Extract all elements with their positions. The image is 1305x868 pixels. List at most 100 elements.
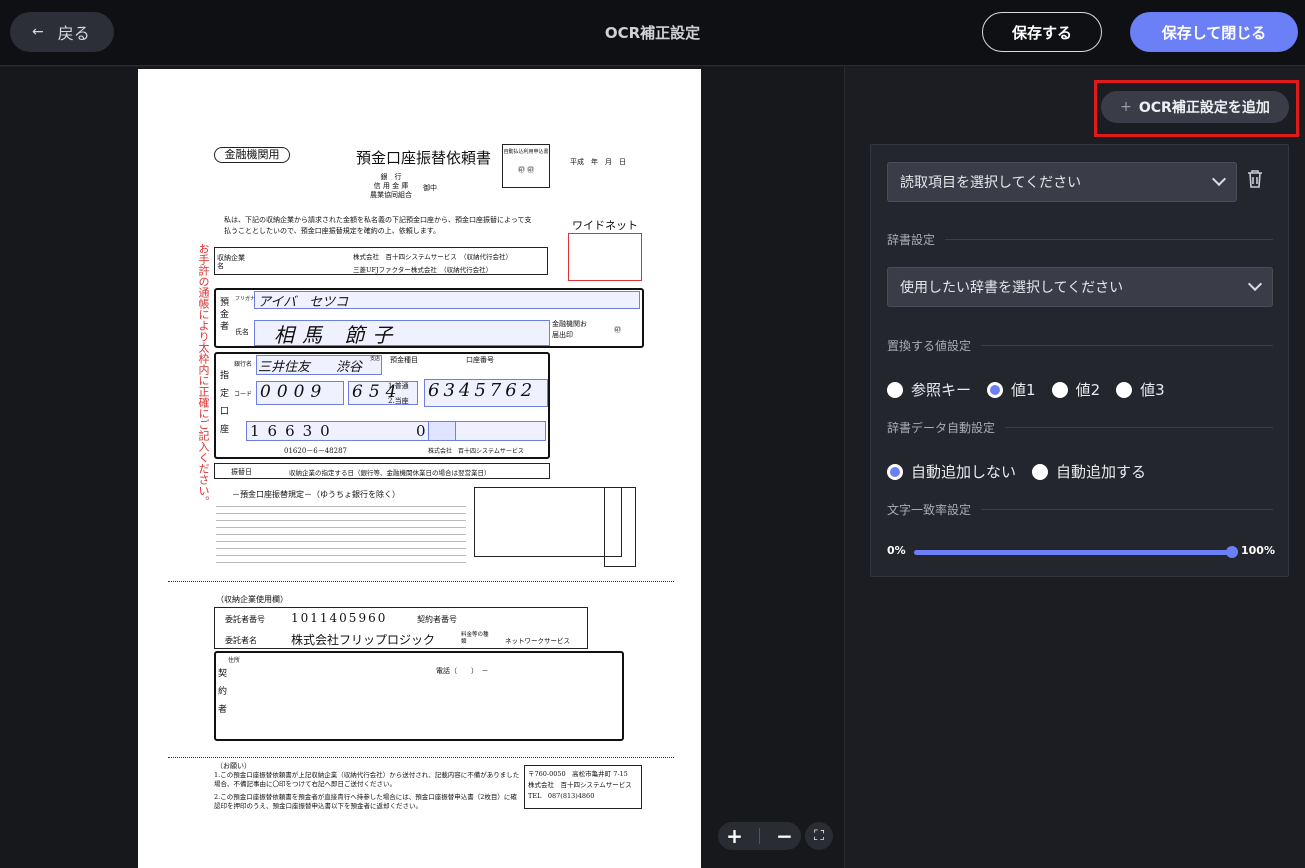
replace-radio-value-1[interactable]: 値1 <box>987 379 1036 400</box>
bank-value: 三井住友 <box>258 360 311 375</box>
name-label: 氏名 <box>235 328 249 336</box>
add-ocr-setting-label: OCR補正設定を追加 <box>1138 100 1270 116</box>
replace-section-label: 置換する値設定 <box>887 337 1273 354</box>
cut-line-1 <box>168 581 674 582</box>
apply-box-label: 自動払込利用申込書 <box>503 149 549 155</box>
radio-label: 参照キー <box>911 381 972 399</box>
onchu: 御中 <box>423 184 437 192</box>
radio-selected-icon <box>887 463 903 480</box>
replace-section-text: 置換する値設定 <box>887 339 972 353</box>
add-ocr-setting-button[interactable]: + OCR補正設定を追加 <box>1101 91 1289 123</box>
match-rate-slider-track[interactable] <box>914 550 1232 555</box>
doc-date: 平成 年 月 日 <box>570 158 626 166</box>
radio-icon <box>1051 381 1068 398</box>
address-box-text: 〒760-0050 高松市亀井町 7-15 株式会社 百十四システムサービス T… <box>528 770 632 800</box>
section-divider <box>945 239 1273 240</box>
document-viewer[interactable]: 金融機関用 預金口座振替依頼書 自動払込利用申込書 ㊞ ㊞ 平成 年 月 日 銀… <box>0 67 845 868</box>
radio-label: 自動追加する <box>1056 463 1147 481</box>
bank-use-box <box>474 487 622 557</box>
consignor-num-label: 委託者番号 <box>225 615 265 624</box>
bank-code-value: 0009 <box>260 382 328 402</box>
type-1: 1.普通 <box>388 382 409 390</box>
side-note: お手許の通帳により太枠内に正確にご記入ください。 <box>197 243 210 507</box>
stamp-column <box>604 487 636 567</box>
match-rate-slider-thumb[interactable] <box>1226 546 1238 558</box>
kana-value: アイバ セツコ <box>258 295 349 310</box>
save-button[interactable]: 保存する <box>982 12 1102 52</box>
radio-label: 自動追加しない <box>911 463 1017 481</box>
auto-radio-group: 自動追加しない 自動追加する <box>887 461 1162 482</box>
rules-text-block <box>216 503 466 565</box>
slider-min-label: 0% <box>887 544 906 557</box>
zoom-in-icon[interactable]: + <box>726 824 743 848</box>
section-divider <box>1005 427 1273 428</box>
company-1: 株式会社 百十四システムサービス （収納代行会社） <box>353 253 513 261</box>
type-label: 預金種目 <box>390 356 418 364</box>
transfer-label: 振替日 <box>231 468 252 476</box>
zoom-out-icon[interactable]: − <box>776 824 793 848</box>
request-2: 2.この預金口座振替依頼書を預金者が直接貴行へ持参した場合には、預金口座振替申込… <box>214 793 517 810</box>
seal-circles: ㊞ ㊞ <box>517 166 535 174</box>
passbook-num-field <box>428 421 546 441</box>
radio-icon <box>1116 381 1133 398</box>
dictionary-section-label: 辞書設定 <box>887 231 1273 248</box>
radio-icon <box>887 381 903 398</box>
dictionary-section-text: 辞書設定 <box>887 233 936 247</box>
company-2: 三菱UFJファクター株式会社 （収納代行会社） <box>353 266 493 274</box>
auto-section-label: 辞書データ自動設定 <box>887 419 1273 436</box>
account-value: 6345762 <box>428 380 537 401</box>
consignor-name-label: 委託者名 <box>225 636 257 645</box>
doc-title: 預金口座振替依頼書 <box>356 149 492 167</box>
save-and-close-button[interactable]: 保存して閉じる <box>1130 12 1298 52</box>
match-section-label: 文字一致率設定 <box>887 501 1273 518</box>
slider-max-label: 100% <box>1241 544 1275 557</box>
kana-label: フリガナ <box>235 296 256 302</box>
address-box: 〒760-0050 高松市亀井町 7-15 株式会社 百十四システムサービス T… <box>524 765 642 809</box>
replace-radio-value-3[interactable]: 値3 <box>1116 379 1165 400</box>
passbook-num: 0 <box>416 422 426 440</box>
contract-label: 契約者番号 <box>417 615 457 624</box>
payee-company: 株式会社 百十四システムサービス <box>428 448 524 455</box>
branch-value: 渋谷 <box>336 360 363 375</box>
auto-radio-no-add[interactable]: 自動追加しない <box>887 461 1016 482</box>
bank-label: 銀行名 <box>234 361 253 368</box>
radio-icon <box>1032 463 1049 480</box>
intro-text: 私は、下記の収納企業から請求された金額を私名義の下記預金口座から、預金口座振替に… <box>224 216 532 235</box>
auto-radio-add[interactable]: 自動追加する <box>1032 461 1146 482</box>
match-section-text: 文字一致率設定 <box>887 503 972 517</box>
radio-label: 値3 <box>1140 381 1165 399</box>
read-item-select[interactable]: 読取項目を選択してください <box>887 162 1237 202</box>
top-bar: ← 戻る OCR補正設定 保存する 保存して閉じる <box>0 0 1305 66</box>
payee-number: 01620－6－48287 <box>284 447 347 455</box>
bank-types: 銀 行 信 用 金 庫 農業協同組合 <box>370 173 412 199</box>
dictionary-select[interactable]: 使用したい辞書を選択してください <box>887 267 1273 307</box>
document-image: 金融機関用 預金口座振替依頼書 自動払込利用申込書 ㊞ ㊞ 平成 年 月 日 銀… <box>138 69 701 868</box>
company-label: 収納企業名 <box>217 254 245 270</box>
branch-label: 支店 <box>370 356 381 362</box>
zoom-control: + − <box>718 822 801 850</box>
brand: ワイドネット <box>572 219 638 232</box>
holder-label: 預金者 <box>220 298 230 332</box>
contractor-label: 契約者 <box>218 669 228 715</box>
designated-label: 指定口座 <box>220 371 230 435</box>
phone-label: 電話（ ） － <box>436 667 489 675</box>
radio-label: 値1 <box>1011 381 1036 399</box>
consignor-num: 1011405960 <box>291 611 388 625</box>
address-label: 住所 <box>228 657 241 664</box>
replace-radio-reference-key[interactable]: 参照キー <box>887 379 971 400</box>
consignor-name: 株式会社フリップロジック <box>291 633 436 647</box>
apply-box: 自動払込利用申込書 ㊞ ㊞ <box>502 144 550 188</box>
red-note-box <box>568 233 642 281</box>
type-2: 2.当座 <box>388 397 409 405</box>
section-divider <box>981 509 1273 510</box>
trash-icon[interactable] <box>1246 169 1264 189</box>
rules-title: －預金口座振替規定－（ゆうちょ銀行を除く） <box>232 490 400 499</box>
fee-label: 料金等の種類 <box>461 632 489 645</box>
replace-radio-value-2[interactable]: 値2 <box>1051 379 1100 400</box>
consignor-table: 委託者番号 1011405960 契約者番号 委託者名 株式会社フリップロジック… <box>214 607 588 649</box>
plus-icon: + <box>1120 99 1132 115</box>
name-value: 相馬 節子 <box>274 323 401 347</box>
chevron-down-icon <box>1247 276 1263 292</box>
dictionary-placeholder: 使用したい辞書を選択してください <box>900 280 1124 296</box>
fit-screen-icon[interactable]: ⛶ <box>805 822 833 850</box>
